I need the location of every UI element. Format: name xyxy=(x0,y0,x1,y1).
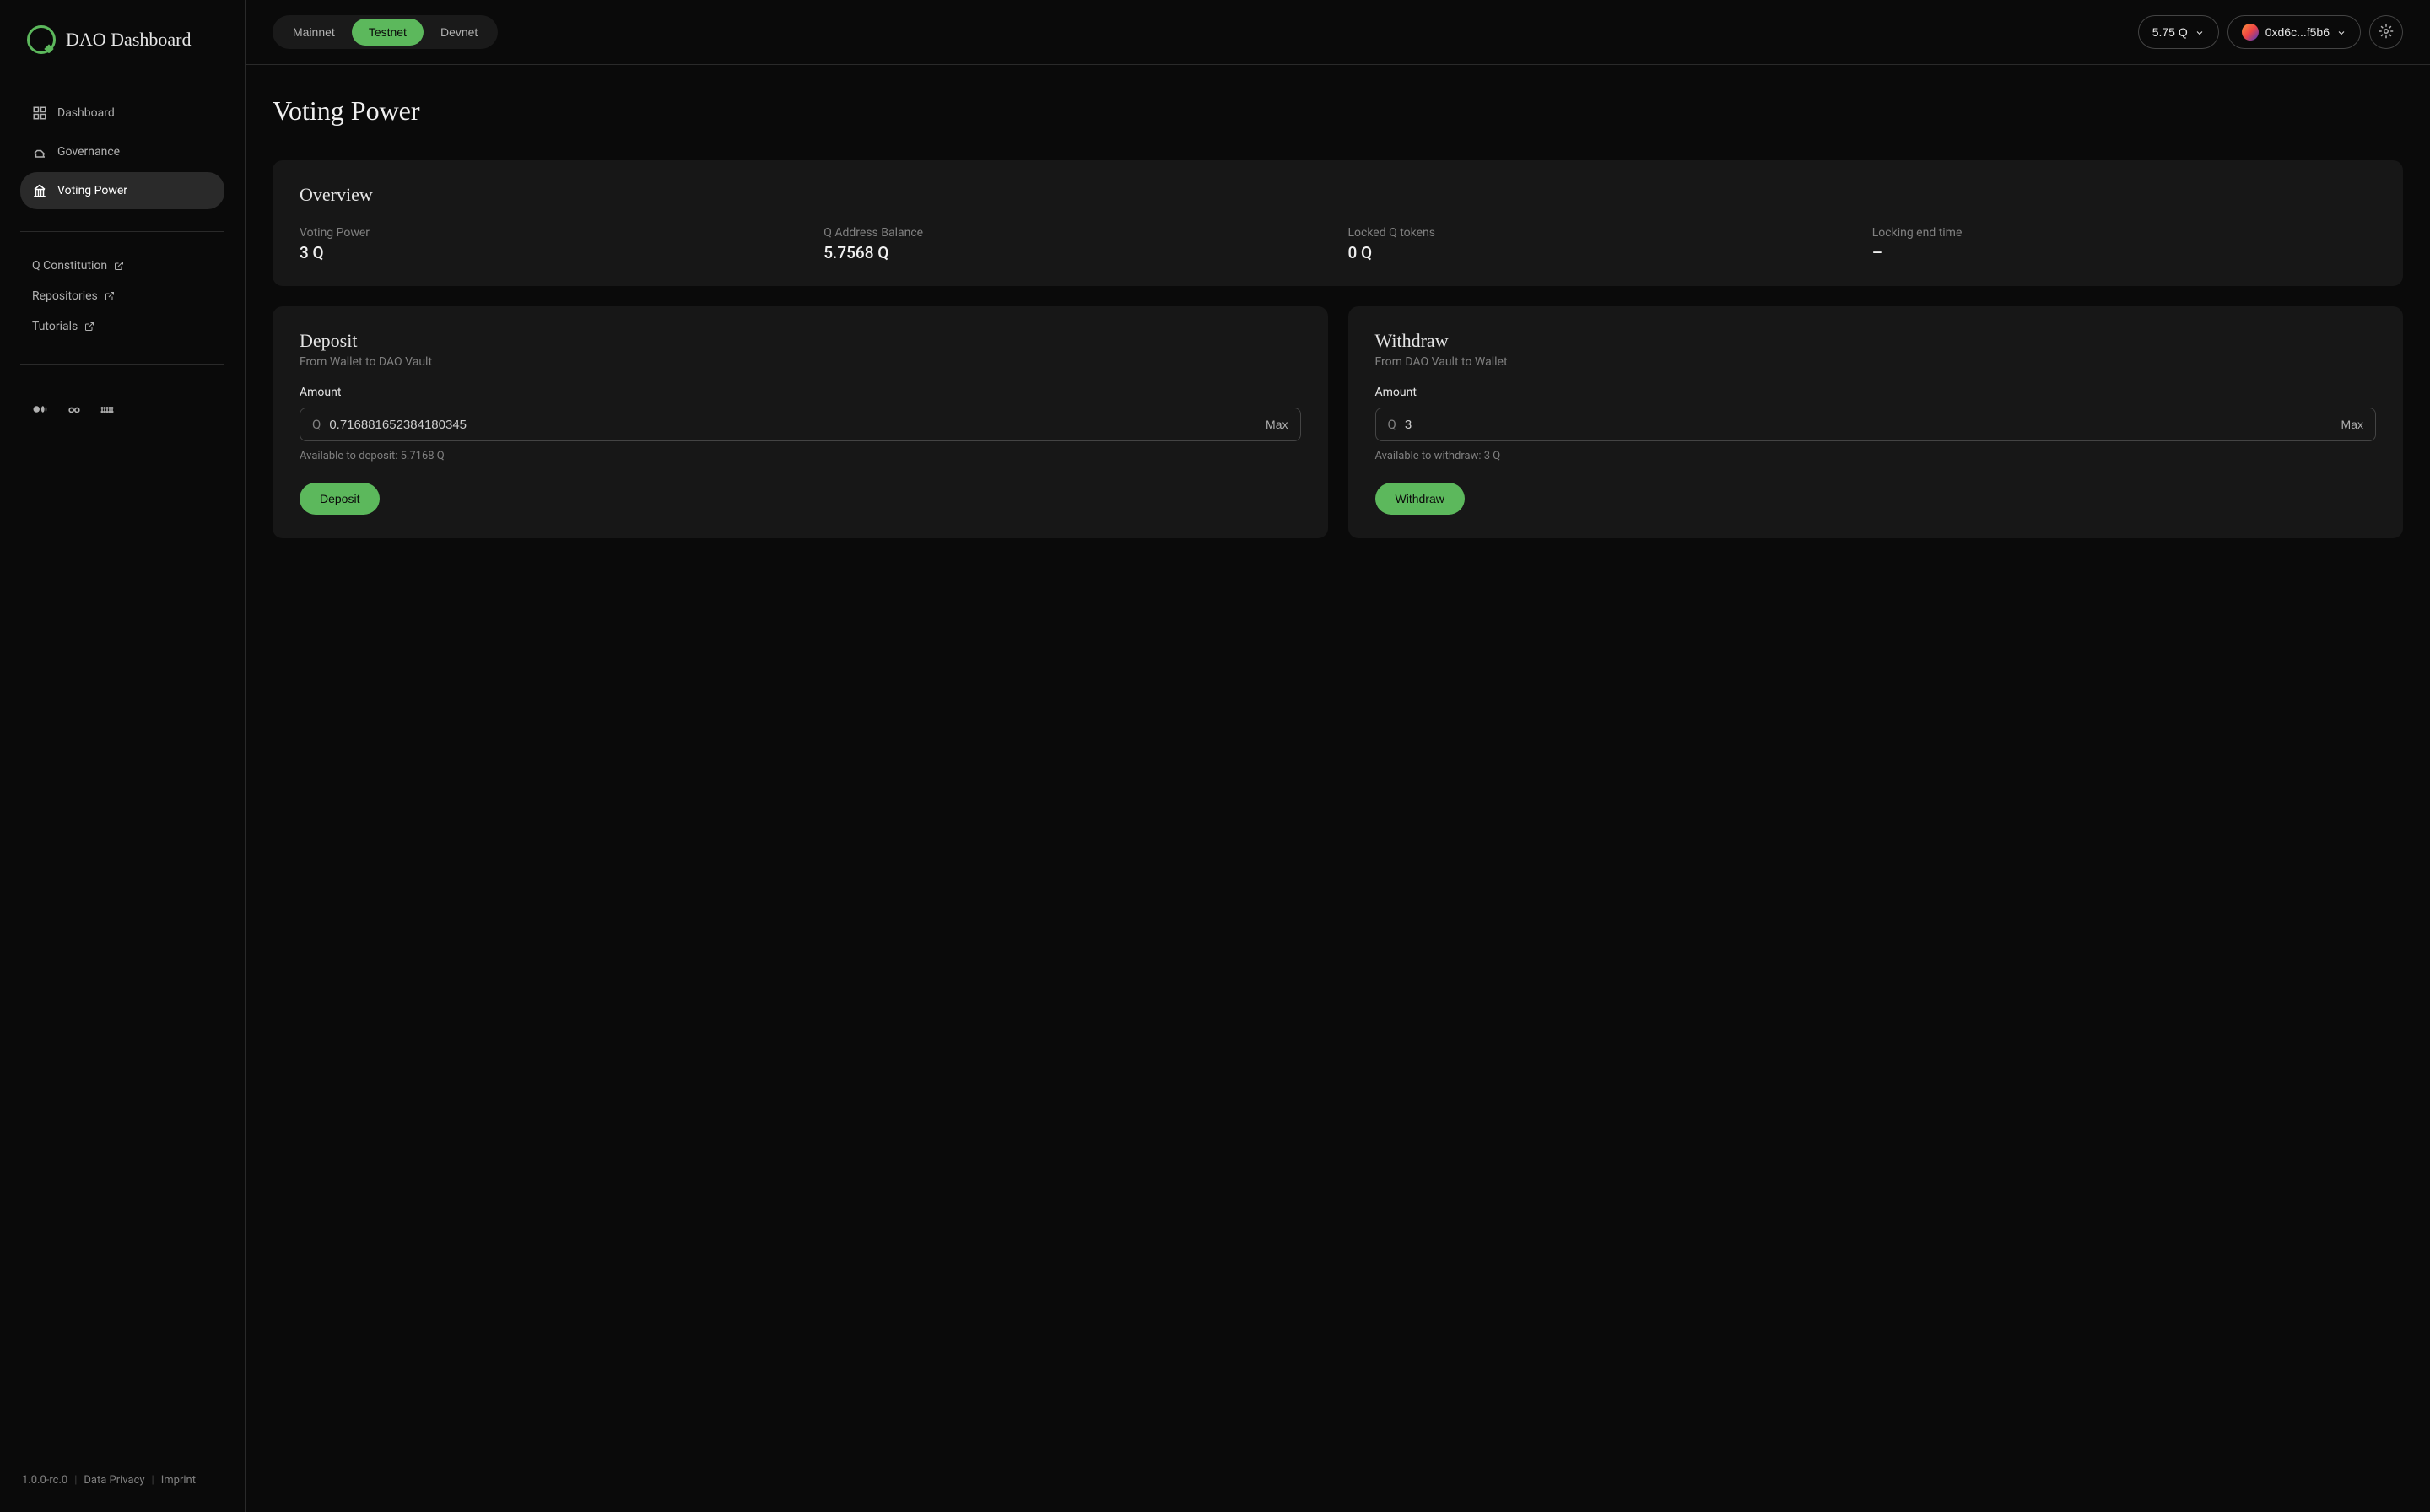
balance-dropdown[interactable]: 5.75 Q xyxy=(2138,15,2219,49)
separator: | xyxy=(152,1474,154,1487)
withdraw-helper: Available to withdraw: 3 Q xyxy=(1375,450,2377,462)
link-repositories[interactable]: Repositories xyxy=(20,283,224,310)
network-mainnet[interactable]: Mainnet xyxy=(276,19,352,46)
nav-list: Dashboard Governance Voting Power xyxy=(20,94,224,211)
reddit-icon[interactable] xyxy=(66,402,83,418)
imprint-link[interactable]: Imprint xyxy=(161,1474,196,1487)
stat-label: Voting Power xyxy=(300,226,803,240)
currency-prefix: Q xyxy=(1388,417,1396,432)
stat-label: Locking end time xyxy=(1872,226,2376,240)
link-label: Repositories xyxy=(32,289,98,303)
nav-label: Voting Power xyxy=(57,184,127,197)
medium-icon[interactable] xyxy=(32,402,49,418)
link-label: Q Constitution xyxy=(32,259,107,273)
external-link-icon xyxy=(84,321,94,332)
stat-value: 3 Q xyxy=(300,243,803,262)
divider xyxy=(20,231,224,232)
nav-label: Governance xyxy=(57,145,120,159)
withdraw-button[interactable]: Withdraw xyxy=(1375,483,1465,515)
withdraw-amount-input[interactable] xyxy=(1405,418,2333,432)
stat-label: Q Address Balance xyxy=(824,226,1327,240)
logo-icon xyxy=(27,25,56,54)
sidebar-item-dashboard[interactable]: Dashboard xyxy=(20,94,224,132)
amount-label: Amount xyxy=(1375,386,2377,399)
overview-grid: Voting Power 3 Q Q Address Balance 5.756… xyxy=(300,226,2376,262)
external-link-icon xyxy=(114,261,124,271)
withdraw-max-button[interactable]: Max xyxy=(2341,418,2363,431)
withdraw-subtitle: From DAO Vault to Wallet xyxy=(1375,355,2377,369)
sidebar: DAO Dashboard Dashboard Governance Votin… xyxy=(0,0,246,1512)
sidebar-item-voting-power[interactable]: Voting Power xyxy=(20,172,224,209)
deposit-amount-input[interactable] xyxy=(329,418,1257,432)
deposit-subtitle: From Wallet to DAO Vault xyxy=(300,355,1301,369)
deposit-title: Deposit xyxy=(300,330,1301,352)
wallet-dropdown[interactable]: 0xd6c...f5b6 xyxy=(2228,15,2361,49)
action-cards: Deposit From Wallet to DAO Vault Amount … xyxy=(273,306,2403,559)
app-title: DAO Dashboard xyxy=(66,29,191,51)
social-icons xyxy=(20,402,224,418)
link-q-constitution[interactable]: Q Constitution xyxy=(20,252,224,279)
network-testnet[interactable]: Testnet xyxy=(352,19,424,46)
deposit-max-button[interactable]: Max xyxy=(1266,418,1288,431)
stat-value: – xyxy=(1872,243,2376,262)
settings-button[interactable] xyxy=(2369,15,2403,49)
stat-label: Locked Q tokens xyxy=(1348,226,1852,240)
link-tutorials[interactable]: Tutorials xyxy=(20,313,224,340)
currency-prefix: Q xyxy=(312,417,321,432)
network-switcher: Mainnet Testnet Devnet xyxy=(273,15,498,49)
version: 1.0.0-rc.0 xyxy=(22,1474,68,1487)
deposit-card: Deposit From Wallet to DAO Vault Amount … xyxy=(273,306,1328,538)
withdraw-title: Withdraw xyxy=(1375,330,2377,352)
amount-label: Amount xyxy=(300,386,1301,399)
sidebar-item-governance[interactable]: Governance xyxy=(20,133,224,170)
withdraw-input-wrapper: Q Max xyxy=(1375,408,2377,441)
withdraw-card: Withdraw From DAO Vault to Wallet Amount… xyxy=(1348,306,2404,538)
network-devnet[interactable]: Devnet xyxy=(424,19,494,46)
balance-value: 5.75 Q xyxy=(2152,25,2188,39)
page-title: Voting Power xyxy=(273,95,2403,127)
discord-icon[interactable] xyxy=(100,402,116,418)
deposit-helper: Available to deposit: 5.7168 Q xyxy=(300,450,1301,462)
voting-power-icon xyxy=(32,183,47,198)
governance-icon xyxy=(32,144,47,159)
nav-label: Dashboard xyxy=(57,106,115,120)
separator: | xyxy=(74,1474,77,1487)
deposit-input-wrapper: Q Max xyxy=(300,408,1301,441)
wallet-address: 0xd6c...f5b6 xyxy=(2265,25,2330,39)
link-label: Tutorials xyxy=(32,320,78,333)
main: Mainnet Testnet Devnet 5.75 Q 0xd6c...f5… xyxy=(246,0,2430,1512)
stat-address-balance: Q Address Balance 5.7568 Q xyxy=(824,226,1327,262)
dashboard-icon xyxy=(32,105,47,121)
stat-voting-power: Voting Power 3 Q xyxy=(300,226,803,262)
header: Mainnet Testnet Devnet 5.75 Q 0xd6c...f5… xyxy=(246,0,2430,65)
stat-locked-tokens: Locked Q tokens 0 Q xyxy=(1348,226,1852,262)
overview-card: Overview Voting Power 3 Q Q Address Bala… xyxy=(273,160,2403,286)
header-right: 5.75 Q 0xd6c...f5b6 xyxy=(2138,15,2403,49)
sidebar-footer: 1.0.0-rc.0 | Data Privacy | Imprint xyxy=(20,1474,224,1487)
stat-value: 0 Q xyxy=(1348,243,1852,262)
deposit-button[interactable]: Deposit xyxy=(300,483,380,515)
stat-locking-end: Locking end time – xyxy=(1872,226,2376,262)
wallet-avatar xyxy=(2242,24,2259,40)
external-link-icon xyxy=(105,291,115,301)
chevron-down-icon xyxy=(2195,27,2205,37)
external-links: Q Constitution Repositories Tutorials xyxy=(20,252,224,343)
overview-title: Overview xyxy=(300,184,2376,206)
logo[interactable]: DAO Dashboard xyxy=(20,25,224,54)
chevron-down-icon xyxy=(2336,27,2346,37)
content: Voting Power Overview Voting Power 3 Q Q… xyxy=(246,65,2430,1512)
gear-icon xyxy=(2379,24,2394,41)
stat-value: 5.7568 Q xyxy=(824,243,1327,262)
data-privacy-link[interactable]: Data Privacy xyxy=(84,1474,144,1487)
